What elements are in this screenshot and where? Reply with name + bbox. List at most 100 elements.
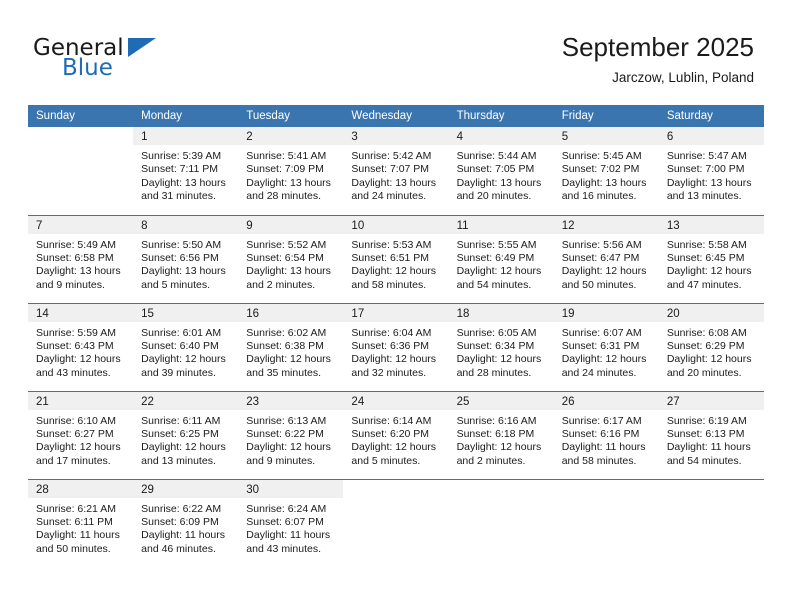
sunrise-text: Sunrise: 5:42 AM bbox=[351, 150, 432, 162]
daylight-text: Daylight: 12 hours bbox=[351, 265, 437, 278]
sunrise-text: Sunrise: 6:19 AM bbox=[666, 414, 747, 427]
day-details: Sunrise: 5:55 AM Sunset: 6:49 PM Daylight:… bbox=[449, 234, 554, 293]
calendar-day-cell[interactable]: 15 Sunrise: 6:01 AM Sunset: 6:40 PM Dayligh… bbox=[133, 302, 239, 391]
calendar-day-cell[interactable]: 23 Sunrise: 6:13 AM Sunset: 6:22 PM Dayligh… bbox=[238, 390, 344, 479]
day-details: Sunrise: 6:11 AM Sunset: 6:25 PM Daylight:… bbox=[133, 410, 238, 469]
calendar-day-cell[interactable]: 1 Sunrise: 5:39 AM Sunset: 7:11 PM Daylight… bbox=[133, 127, 239, 215]
day-number: 27 bbox=[658, 391, 764, 410]
page-title: September 2025 bbox=[561, 32, 754, 62]
day-number: 1 bbox=[133, 127, 239, 145]
day-details: Sunrise: 6:05 AM Sunset: 6:34 PM Daylight:… bbox=[449, 322, 554, 381]
calendar-day-cell[interactable]: 24 Sunrise: 6:14 AM Sunset: 6:20 PM Dayligh… bbox=[343, 390, 449, 479]
daylight-text: and 9 minutes. bbox=[246, 454, 316, 467]
calendar-day-cell[interactable]: 4 Sunrise: 5:44 AM Sunset: 7:05 PM Daylight… bbox=[448, 127, 554, 215]
sunrise-text: Sunrise: 6:22 AM bbox=[141, 502, 222, 515]
calendar-empty-cell bbox=[658, 478, 764, 567]
daylight-text: Daylight: 13 hours bbox=[36, 265, 121, 278]
calendar-day-cell[interactable]: 8 Sunrise: 5:50 AM Sunset: 6:56 PM Daylight… bbox=[133, 214, 239, 303]
daylight-text: and 58 minutes. bbox=[561, 454, 637, 467]
calendar-day-cell[interactable]: 29 Sunrise: 6:22 AM Sunset: 6:09 PM Dayligh… bbox=[133, 478, 239, 567]
day-details: Sunrise: 6:07 AM Sunset: 6:31 PM Daylight:… bbox=[554, 322, 659, 381]
page-subtitle: Jarczow, Lublin, Poland bbox=[612, 70, 754, 85]
sunrise-text: Sunrise: 5:41 AM bbox=[246, 150, 327, 162]
daylight-text: and 17 minutes. bbox=[36, 454, 111, 467]
daylight-text: Daylight: 12 hours bbox=[246, 353, 331, 366]
calendar-day-cell[interactable]: 2 Sunrise: 5:41 AM Sunset: 7:09 PM Daylight… bbox=[238, 127, 344, 215]
daylight-text: and 24 minutes. bbox=[561, 366, 637, 379]
daylight-text: Daylight: 13 hours bbox=[246, 265, 331, 278]
weekday-header-friday: Friday bbox=[553, 105, 659, 127]
calendar-day-cell[interactable]: 11 Sunrise: 5:55 AM Sunset: 6:49 PM Dayligh… bbox=[448, 214, 554, 303]
daylight-text: and 54 minutes. bbox=[666, 454, 742, 467]
daylight-text: and 28 minutes. bbox=[456, 366, 532, 379]
day-number: 4 bbox=[448, 127, 554, 145]
calendar-week-row: 21 Sunrise: 6:10 AM Sunset: 6:27 PM Dayligh… bbox=[28, 390, 764, 479]
logo-text-blue: Blue bbox=[62, 55, 113, 81]
day-number: 30 bbox=[238, 479, 344, 498]
day-details: Sunrise: 5:47 AM Sunset: 7:00 PM Daylight:… bbox=[659, 145, 764, 204]
calendar-day-cell[interactable]: 17 Sunrise: 6:04 AM Sunset: 6:36 PM Dayligh… bbox=[343, 302, 449, 391]
sunrise-text: Sunrise: 5:45 AM bbox=[561, 150, 642, 162]
calendar-day-cell[interactable]: 22 Sunrise: 6:11 AM Sunset: 6:25 PM Dayligh… bbox=[133, 390, 239, 479]
calendar-day-cell[interactable]: 7 Sunrise: 5:49 AM Sunset: 6:58 PM Daylight… bbox=[28, 214, 134, 303]
day-details: Sunrise: 5:58 AM Sunset: 6:45 PM Daylight:… bbox=[659, 234, 764, 293]
calendar-day-cell[interactable]: 5 Sunrise: 5:45 AM Sunset: 7:02 PM Daylight… bbox=[553, 127, 659, 215]
calendar-day-cell[interactable]: 6 Sunrise: 5:47 AM Sunset: 7:00 PM Daylight… bbox=[658, 127, 764, 215]
calendar-day-cell[interactable]: 3 Sunrise: 5:42 AM Sunset: 7:07 PM Daylight… bbox=[343, 127, 449, 215]
calendar-day-cell[interactable]: 9 Sunrise: 5:52 AM Sunset: 6:54 PM Daylight… bbox=[238, 214, 344, 303]
daylight-text: Daylight: 13 hours bbox=[351, 176, 437, 189]
day-number: 9 bbox=[238, 215, 344, 234]
sunset-text: Sunset: 6:54 PM bbox=[246, 251, 324, 264]
day-details: Sunrise: 6:22 AM Sunset: 6:09 PM Daylight:… bbox=[133, 498, 238, 557]
calendar-day-cell[interactable]: 16 Sunrise: 6:02 AM Sunset: 6:38 PM Dayligh… bbox=[238, 302, 344, 391]
sunrise-text: Sunrise: 5:59 AM bbox=[36, 326, 116, 339]
day-details: Sunrise: 5:56 AM Sunset: 6:47 PM Daylight:… bbox=[554, 234, 659, 293]
calendar-day-cell[interactable]: 21 Sunrise: 6:10 AM Sunset: 6:27 PM Dayligh… bbox=[28, 390, 134, 479]
sunrise-text: Sunrise: 5:55 AM bbox=[456, 238, 537, 251]
calendar-day-cell[interactable]: 27 Sunrise: 6:19 AM Sunset: 6:13 PM Dayligh… bbox=[658, 390, 764, 479]
day-details: Sunrise: 6:10 AM Sunset: 6:27 PM Daylight:… bbox=[28, 410, 133, 469]
daylight-text: and 35 minutes. bbox=[246, 366, 321, 379]
sunset-text: Sunset: 6:56 PM bbox=[141, 251, 219, 264]
day-number: 6 bbox=[658, 127, 764, 145]
sunrise-text: Sunrise: 6:04 AM bbox=[351, 326, 432, 339]
calendar-day-cell[interactable]: 18 Sunrise: 6:05 AM Sunset: 6:34 PM Dayligh… bbox=[448, 302, 554, 391]
calendar-day-cell[interactable]: 25 Sunrise: 6:16 AM Sunset: 6:18 PM Dayligh… bbox=[448, 390, 554, 479]
calendar-day-cell[interactable]: 26 Sunrise: 6:17 AM Sunset: 6:16 PM Dayligh… bbox=[553, 390, 659, 479]
calendar-day-cell[interactable]: 20 Sunrise: 6:08 AM Sunset: 6:29 PM Dayligh… bbox=[658, 302, 764, 391]
calendar-day-cell[interactable]: 30 Sunrise: 6:24 AM Sunset: 6:07 PM Dayligh… bbox=[238, 478, 344, 567]
daylight-text: and 43 minutes. bbox=[36, 366, 111, 379]
day-details: Sunrise: 6:02 AM Sunset: 6:38 PM Daylight:… bbox=[238, 322, 343, 381]
daylight-text: and 47 minutes. bbox=[666, 278, 742, 291]
day-details bbox=[28, 145, 133, 150]
sunrise-text: Sunrise: 6:05 AM bbox=[456, 326, 537, 339]
day-number: 15 bbox=[133, 303, 239, 322]
daylight-text: and 13 minutes. bbox=[141, 454, 216, 467]
calendar-page: General Blue September 2025 Jarczow, Lub… bbox=[0, 0, 792, 612]
calendar-day-cell[interactable]: 28 Sunrise: 6:21 AM Sunset: 6:11 PM Dayligh… bbox=[28, 478, 134, 567]
daylight-text: and 31 minutes. bbox=[141, 190, 216, 203]
daylight-text: and 20 minutes. bbox=[456, 190, 532, 203]
calendar-day-cell[interactable]: 14 Sunrise: 5:59 AM Sunset: 6:43 PM Dayligh… bbox=[28, 302, 134, 391]
day-number bbox=[343, 479, 449, 498]
weekday-header-monday: Monday bbox=[133, 105, 239, 127]
calendar-day-cell[interactable]: 10 Sunrise: 5:53 AM Sunset: 6:51 PM Dayligh… bbox=[343, 214, 449, 303]
sunset-text: Sunset: 6:22 PM bbox=[246, 427, 324, 440]
calendar-header-row: Sunday Monday Tuesday Wednesday Thursday Frid… bbox=[28, 105, 764, 127]
daylight-text: Daylight: 11 hours bbox=[561, 441, 646, 454]
calendar-day-cell[interactable]: 19 Sunrise: 6:07 AM Sunset: 6:31 PM Dayligh… bbox=[553, 302, 659, 391]
daylight-text: Daylight: 12 hours bbox=[666, 265, 752, 278]
calendar-day-cell[interactable]: 12 Sunrise: 5:56 AM Sunset: 6:47 PM Dayligh… bbox=[553, 214, 659, 303]
daylight-text: and 24 minutes. bbox=[351, 190, 427, 203]
daylight-text: Daylight: 11 hours bbox=[246, 529, 331, 542]
calendar-day-cell[interactable]: 13 Sunrise: 5:58 AM Sunset: 6:45 PM Dayligh… bbox=[658, 214, 764, 303]
day-number bbox=[28, 127, 134, 145]
daylight-text: and 28 minutes. bbox=[246, 190, 321, 203]
day-number bbox=[448, 479, 554, 498]
daylight-text: Daylight: 12 hours bbox=[456, 441, 542, 454]
daylight-text: Daylight: 12 hours bbox=[561, 353, 647, 366]
day-number bbox=[553, 479, 659, 498]
sunset-text: Sunset: 6:40 PM bbox=[141, 339, 219, 352]
day-details bbox=[343, 498, 448, 503]
sunrise-text: Sunrise: 6:13 AM bbox=[246, 414, 327, 427]
